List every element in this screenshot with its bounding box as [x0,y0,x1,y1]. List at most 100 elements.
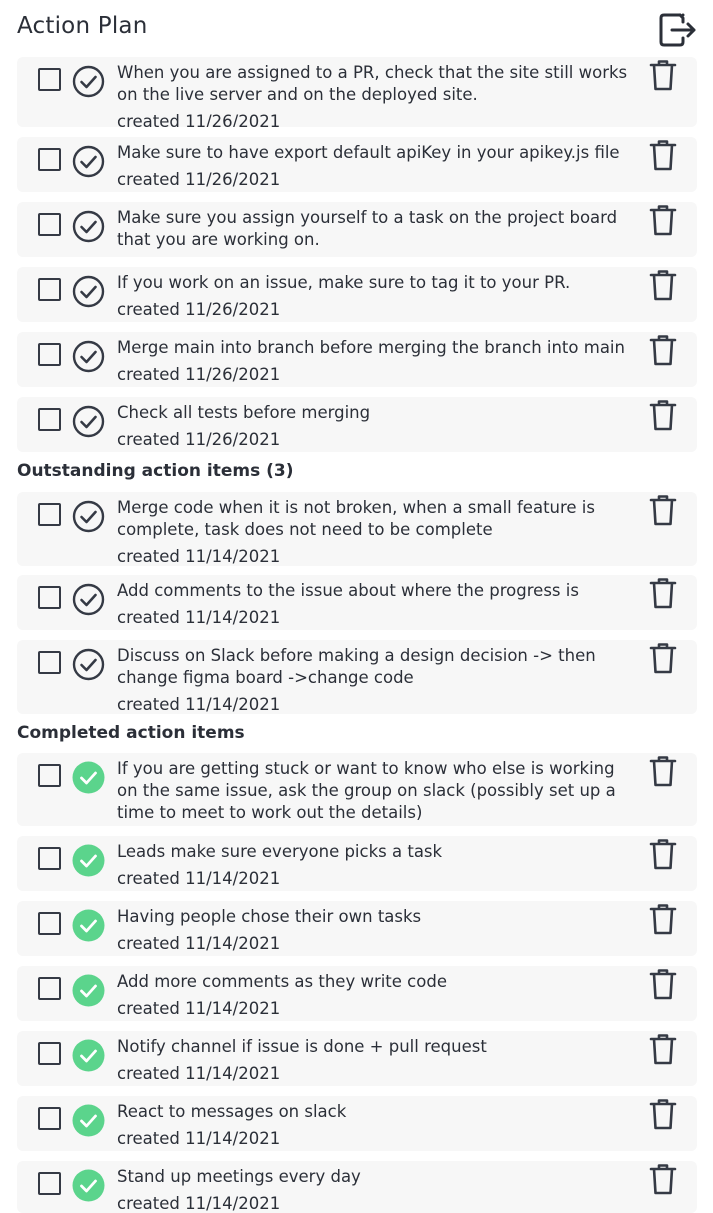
item-text: When you are assigned to a PR, check tha… [117,63,628,104]
item-created-date: created 11/26/2021 [117,365,281,384]
item-content: Notify channel if issue is done + pull r… [117,1036,637,1085]
logout-icon[interactable] [658,12,698,48]
item-created-date: created 11/14/2021 [117,1194,281,1213]
mark-complete-icon[interactable] [72,65,105,98]
mark-complete-icon[interactable] [72,583,105,616]
mark-complete-icon[interactable] [72,648,105,681]
item-created-date: created 11/14/2021 [117,1064,281,1083]
select-checkbox[interactable] [38,343,61,366]
select-checkbox[interactable] [38,408,61,431]
trash-icon[interactable] [648,1162,678,1196]
mark-complete-icon[interactable] [72,275,105,308]
item-content: Make sure to have export default apiKey … [117,142,637,191]
select-checkbox[interactable] [38,148,61,171]
trash-icon[interactable] [648,1032,678,1066]
select-checkbox[interactable] [38,586,61,609]
trash-icon[interactable] [648,754,678,788]
action-item: Notify channel if issue is done + pull r… [17,1031,697,1086]
item-created-date: created 11/14/2021 [117,1129,281,1148]
trash-icon[interactable] [648,1097,678,1131]
item-text: React to messages on slack [117,1102,347,1121]
action-item: Make sure to have export default apiKey … [17,137,697,192]
item-content: Merge code when it is not broken, when a… [117,497,637,566]
mark-complete-icon[interactable] [72,340,105,373]
action-item: Having people chose their own tasks creat… [17,901,697,956]
item-text: Stand up meetings every day [117,1167,361,1186]
item-text: Add more comments as they write code [117,972,447,991]
select-checkbox[interactable] [38,1107,61,1130]
item-created-date: created 11/14/2021 [117,695,281,714]
completed-check-icon[interactable] [72,1169,105,1202]
item-text: Check all tests before merging [117,403,371,422]
action-item: When you are assigned to a PR, check tha… [17,57,697,127]
select-checkbox[interactable] [38,1042,61,1065]
action-item: Merge code when it is not broken, when a… [17,492,697,566]
completed-check-icon[interactable] [72,844,105,877]
item-content: Having people chose their own tasks creat… [117,906,637,955]
trash-icon[interactable] [648,967,678,1001]
select-checkbox[interactable] [38,1172,61,1195]
item-text: Make sure you assign yourself to a task … [117,208,618,249]
action-item: Add comments to the issue about where th… [17,575,697,630]
trash-icon[interactable] [648,268,678,302]
item-content: Merge main into branch before merging th… [117,337,637,386]
item-content: Discuss on Slack before making a design … [117,645,637,714]
trash-icon[interactable] [648,333,678,367]
item-content: Make sure you assign yourself to a task … [117,207,637,256]
select-checkbox[interactable] [38,847,61,870]
mark-complete-icon[interactable] [72,210,105,243]
trash-icon[interactable] [648,203,678,237]
item-text: Merge code when it is not broken, when a… [117,498,595,539]
completed-check-icon[interactable] [72,1104,105,1137]
item-text: Having people chose their own tasks [117,907,422,926]
item-created-date: created 11/26/2021 [117,430,281,449]
action-item: Leads make sure everyone picks a task cre… [17,836,697,891]
action-item: Merge main into branch before merging th… [17,332,697,387]
item-text: Make sure to have export default apiKey … [117,143,620,162]
select-checkbox[interactable] [38,651,61,674]
item-created-date: created 11/14/2021 [117,547,281,566]
trash-icon[interactable] [648,902,678,936]
page-title: Action Plan [17,13,148,39]
trash-icon[interactable] [648,641,678,675]
item-text: Add comments to the issue about where th… [117,581,579,600]
item-text: If you work on an issue, make sure to ta… [117,273,571,292]
select-checkbox[interactable] [38,912,61,935]
mark-complete-icon[interactable] [72,145,105,178]
trash-icon[interactable] [648,58,678,92]
trash-icon[interactable] [648,398,678,432]
select-checkbox[interactable] [38,764,61,787]
item-text: Merge main into branch before merging th… [117,338,625,357]
select-checkbox[interactable] [38,503,61,526]
action-item: Make sure you assign yourself to a task … [17,202,697,257]
item-content: When you are assigned to a PR, check tha… [117,62,637,127]
action-item: Add more comments as they write code crea… [17,966,697,1021]
action-item: Stand up meetings every day created 11/14… [17,1161,697,1213]
mark-complete-icon[interactable] [72,405,105,438]
item-content: If you work on an issue, make sure to ta… [117,272,637,321]
action-item: If you work on an issue, make sure to ta… [17,267,697,322]
item-created-date: created 11/26/2021 [117,300,281,319]
item-content: Add comments to the issue about where th… [117,580,637,629]
item-text: Leads make sure everyone picks a task [117,842,443,861]
completed-check-icon[interactable] [72,761,105,794]
trash-icon[interactable] [648,576,678,610]
item-content: Stand up meetings every day created 11/14… [117,1166,637,1213]
select-checkbox[interactable] [38,213,61,236]
trash-icon[interactable] [648,493,678,527]
completed-check-icon[interactable] [72,1039,105,1072]
item-created-date: created 11/14/2021 [117,999,281,1018]
item-created-date: created 11/26/2021 [117,170,281,189]
item-content: Check all tests before merging created 11… [117,402,637,451]
trash-icon[interactable] [648,837,678,871]
header: Action Plan [0,0,713,58]
completed-check-icon[interactable] [72,974,105,1007]
select-checkbox[interactable] [38,278,61,301]
mark-complete-icon[interactable] [72,500,105,533]
item-text: Discuss on Slack before making a design … [117,646,596,687]
select-checkbox[interactable] [38,977,61,1000]
trash-icon[interactable] [648,138,678,172]
completed-check-icon[interactable] [72,909,105,942]
item-content: React to messages on slack created 11/14/… [117,1101,637,1150]
select-checkbox[interactable] [38,68,61,91]
